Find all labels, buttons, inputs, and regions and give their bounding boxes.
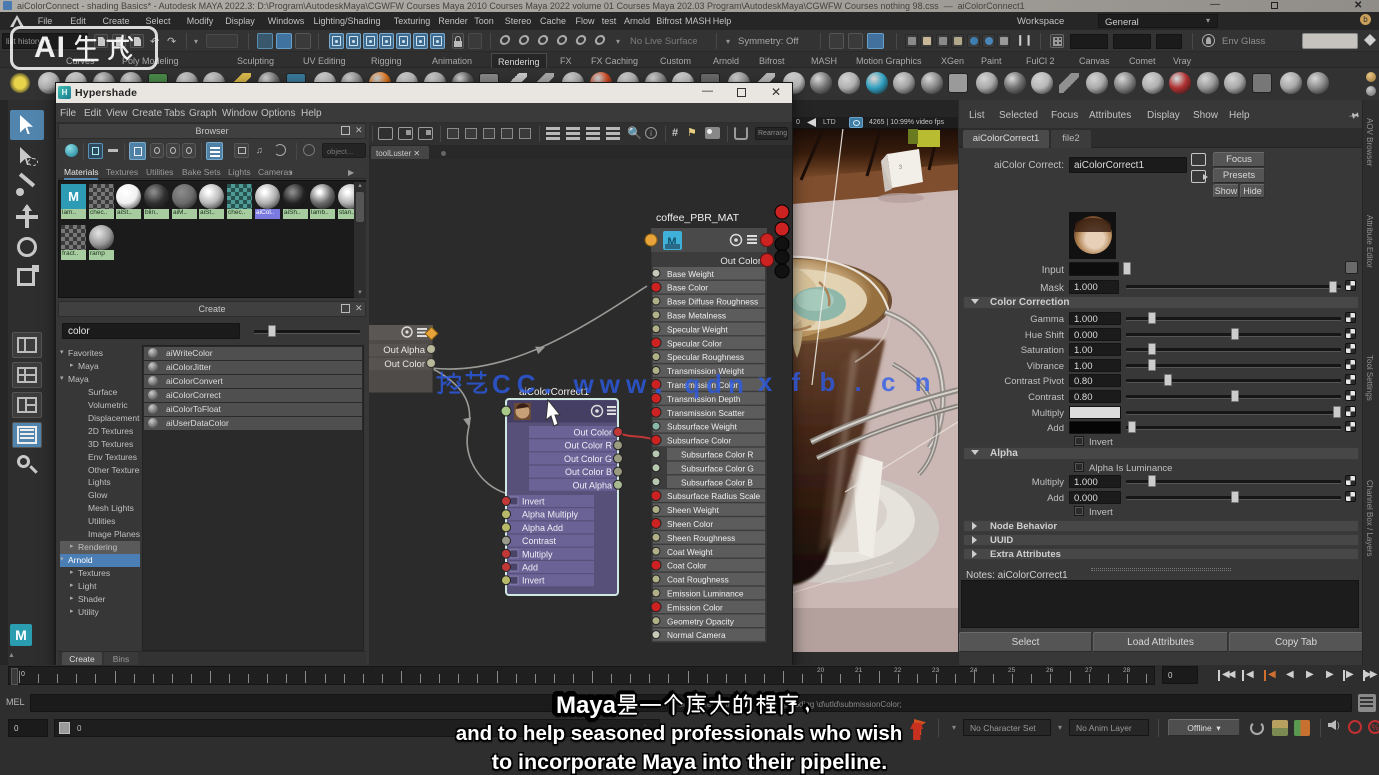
svg-text:Subsurface Color R: Subsurface Color R [681, 450, 753, 460]
svg-text:Coat Weight: Coat Weight [667, 547, 713, 557]
svg-text:Out Color: Out Color [384, 359, 425, 370]
svg-text:Subsurface Color B: Subsurface Color B [681, 477, 753, 487]
svg-text:Out Alpha: Out Alpha [383, 345, 425, 356]
svg-text:Subsurface Radius Scale: Subsurface Radius Scale [667, 491, 761, 501]
svg-text:Base Weight: Base Weight [667, 269, 715, 279]
svg-text:Subsurface Color G: Subsurface Color G [681, 463, 754, 473]
svg-text:Coat Roughness: Coat Roughness [667, 575, 729, 585]
svg-text:Sheen Roughness: Sheen Roughness [667, 533, 735, 543]
svg-text:Out Color B: Out Color B [565, 467, 612, 477]
svg-text:Sheen Weight: Sheen Weight [667, 505, 720, 515]
svg-text:Multiply: Multiply [522, 549, 553, 559]
svg-text:Out Alpha: Out Alpha [572, 480, 612, 490]
svg-text:Coat Color: Coat Color [667, 561, 707, 571]
svg-text:Add: Add [522, 563, 538, 573]
svg-text:Out Color: Out Color [720, 256, 761, 267]
svg-text:Contrast: Contrast [522, 536, 557, 546]
svg-text:Out Color: Out Color [573, 428, 612, 438]
svg-text:Base Metalness: Base Metalness [667, 311, 726, 321]
svg-text:Out Color R: Out Color R [564, 441, 612, 451]
svg-text:Base Diffuse Roughness: Base Diffuse Roughness [667, 297, 758, 307]
svg-text:Specular Weight: Specular Weight [667, 324, 728, 334]
svg-text:Invert: Invert [522, 576, 545, 586]
svg-text:Sheen Color: Sheen Color [667, 519, 713, 529]
svg-text:Emission Color: Emission Color [667, 602, 723, 612]
svg-text:Geometry Opacity: Geometry Opacity [667, 616, 735, 626]
svg-text:Invert: Invert [522, 497, 545, 507]
svg-text:Alpha Multiply: Alpha Multiply [522, 510, 579, 520]
svg-text:Alpha Add: Alpha Add [522, 523, 563, 533]
svg-text:Normal Camera: Normal Camera [667, 630, 726, 640]
svg-text:Specular Color: Specular Color [667, 338, 722, 348]
svg-text:Subsurface Weight: Subsurface Weight [667, 422, 738, 432]
svg-text:Specular Roughness: Specular Roughness [667, 352, 744, 362]
svg-text:Out Color G: Out Color G [564, 454, 612, 464]
svg-text:Subsurface Color: Subsurface Color [667, 436, 731, 446]
svg-text:coffee_PBR_MAT: coffee_PBR_MAT [656, 212, 740, 224]
svg-text:Transmission Scatter: Transmission Scatter [667, 408, 745, 418]
svg-text:Base Color: Base Color [667, 283, 708, 293]
svg-text:Emission Luminance: Emission Luminance [667, 589, 744, 599]
